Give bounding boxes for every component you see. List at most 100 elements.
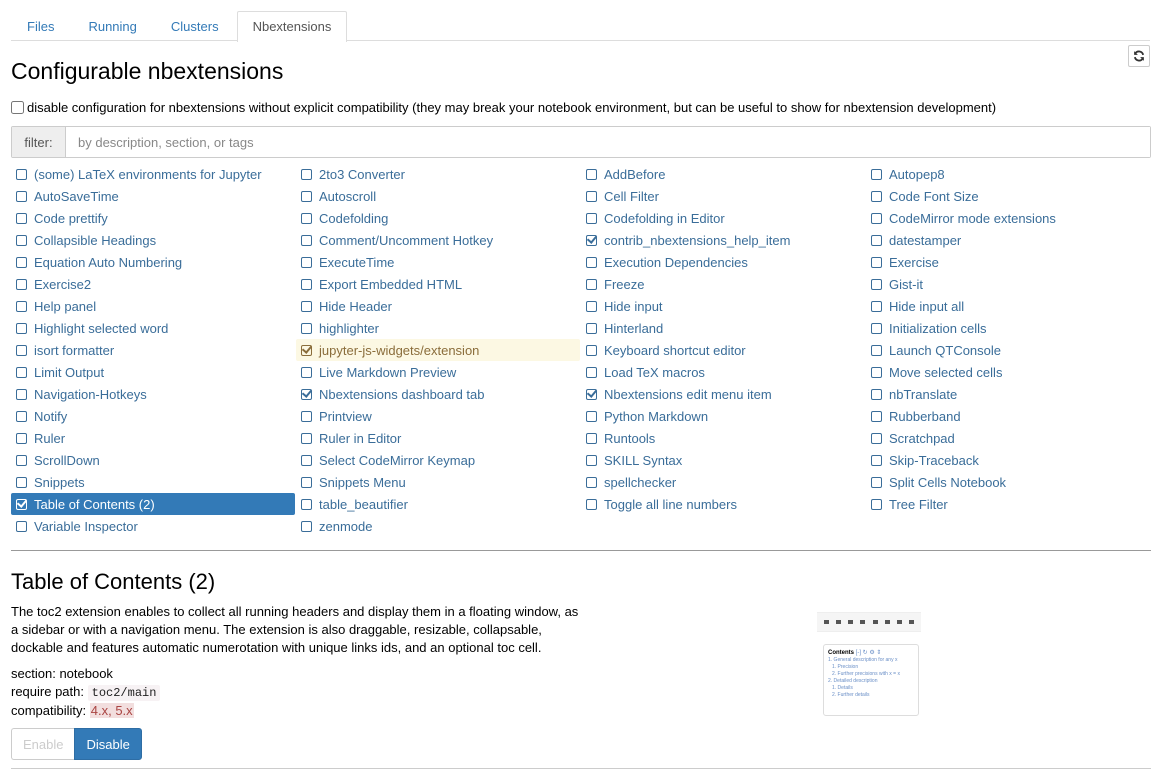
extension-item[interactable]: Ruler in Editor	[296, 427, 580, 449]
extension-item[interactable]: ExecuteTime	[296, 251, 580, 273]
checkbox-unchecked-icon[interactable]	[16, 366, 27, 378]
extension-item[interactable]: 2to3 Converter	[296, 163, 580, 185]
extension-item[interactable]: Code Font Size	[866, 185, 1150, 207]
checkbox-unchecked-icon[interactable]	[586, 410, 597, 422]
extension-item[interactable]: Equation Auto Numbering	[11, 251, 295, 273]
checkbox-unchecked-icon[interactable]	[871, 322, 882, 334]
tab-clusters[interactable]: Clusters	[155, 11, 235, 41]
extension-item[interactable]: Cell Filter	[581, 185, 865, 207]
checkbox-unchecked-icon[interactable]	[871, 212, 882, 224]
extension-item[interactable]: Live Markdown Preview	[296, 361, 580, 383]
checkbox-unchecked-icon[interactable]	[301, 476, 312, 488]
checkbox-unchecked-icon[interactable]	[16, 300, 27, 312]
checkbox-unchecked-icon[interactable]	[16, 190, 27, 202]
checkbox-checked-icon[interactable]	[586, 388, 597, 400]
checkbox-unchecked-icon[interactable]	[16, 168, 27, 180]
extension-item[interactable]: Tree Filter	[866, 493, 1150, 515]
checkbox-unchecked-icon[interactable]	[16, 432, 27, 444]
checkbox-unchecked-icon[interactable]	[586, 168, 597, 180]
extension-item[interactable]: Hinterland	[581, 317, 865, 339]
extension-item[interactable]: spellchecker	[581, 471, 865, 493]
extension-item[interactable]: Rubberband	[866, 405, 1150, 427]
extension-item[interactable]: Freeze	[581, 273, 865, 295]
checkbox-unchecked-icon[interactable]	[301, 322, 312, 334]
checkbox-unchecked-icon[interactable]	[301, 410, 312, 422]
extension-item[interactable]: nbTranslate	[866, 383, 1150, 405]
checkbox-unchecked-icon[interactable]	[871, 256, 882, 268]
checkbox-unchecked-icon[interactable]	[16, 344, 27, 356]
checkbox-unchecked-icon[interactable]	[586, 212, 597, 224]
extension-item[interactable]: ScrollDown	[11, 449, 295, 471]
extension-item[interactable]: CodeMirror mode extensions	[866, 207, 1150, 229]
checkbox-unchecked-icon[interactable]	[301, 366, 312, 378]
checkbox-unchecked-icon[interactable]	[16, 234, 27, 246]
checkbox-unchecked-icon[interactable]	[16, 256, 27, 268]
checkbox-unchecked-icon[interactable]	[586, 476, 597, 488]
extension-item[interactable]: SKILL Syntax	[581, 449, 865, 471]
checkbox-unchecked-icon[interactable]	[301, 212, 312, 224]
checkbox-checked-icon[interactable]	[301, 344, 312, 356]
checkbox-unchecked-icon[interactable]	[871, 476, 882, 488]
checkbox-unchecked-icon[interactable]	[301, 432, 312, 444]
extension-item[interactable]: Split Cells Notebook	[866, 471, 1150, 493]
extension-item[interactable]: AddBefore	[581, 163, 865, 185]
extension-item[interactable]: Limit Output	[11, 361, 295, 383]
extension-item[interactable]: Printview	[296, 405, 580, 427]
tab-running[interactable]: Running	[72, 11, 152, 41]
extension-item[interactable]: Hide input all	[866, 295, 1150, 317]
extension-item[interactable]: Toggle all line numbers	[581, 493, 865, 515]
extension-item[interactable]: Autoscroll	[296, 185, 580, 207]
extension-item[interactable]: Table of Contents (2)	[11, 493, 295, 515]
disable-config-checkbox[interactable]	[11, 101, 24, 114]
checkbox-unchecked-icon[interactable]	[871, 190, 882, 202]
checkbox-unchecked-icon[interactable]	[301, 454, 312, 466]
checkbox-unchecked-icon[interactable]	[16, 322, 27, 334]
enable-button[interactable]: Enable	[11, 728, 75, 760]
extension-item[interactable]: Exercise2	[11, 273, 295, 295]
extension-item[interactable]: Load TeX macros	[581, 361, 865, 383]
checkbox-unchecked-icon[interactable]	[16, 388, 27, 400]
extension-item[interactable]: isort formatter	[11, 339, 295, 361]
extension-item[interactable]: contrib_nbextensions_help_item	[581, 229, 865, 251]
checkbox-unchecked-icon[interactable]	[301, 256, 312, 268]
extension-item[interactable]: Export Embedded HTML	[296, 273, 580, 295]
checkbox-unchecked-icon[interactable]	[871, 454, 882, 466]
checkbox-unchecked-icon[interactable]	[586, 366, 597, 378]
checkbox-unchecked-icon[interactable]	[586, 498, 597, 510]
refresh-button[interactable]	[1128, 45, 1150, 67]
extension-item[interactable]: jupyter-js-widgets/extension	[296, 339, 580, 361]
checkbox-unchecked-icon[interactable]	[871, 278, 882, 290]
checkbox-unchecked-icon[interactable]	[871, 410, 882, 422]
extension-item[interactable]: Nbextensions dashboard tab	[296, 383, 580, 405]
extension-item[interactable]: Ruler	[11, 427, 295, 449]
extension-item[interactable]: Highlight selected word	[11, 317, 295, 339]
extension-item[interactable]: Exercise	[866, 251, 1150, 273]
checkbox-unchecked-icon[interactable]	[871, 168, 882, 180]
checkbox-unchecked-icon[interactable]	[586, 190, 597, 202]
checkbox-unchecked-icon[interactable]	[16, 278, 27, 290]
disable-config-option[interactable]: disable configuration for nbextensions w…	[11, 100, 996, 115]
checkbox-unchecked-icon[interactable]	[16, 520, 27, 532]
extension-item[interactable]: Snippets	[11, 471, 295, 493]
checkbox-unchecked-icon[interactable]	[871, 234, 882, 246]
checkbox-unchecked-icon[interactable]	[871, 300, 882, 312]
checkbox-unchecked-icon[interactable]	[586, 454, 597, 466]
extension-item[interactable]: Skip-Traceback	[866, 449, 1150, 471]
extension-item[interactable]: Hide Header	[296, 295, 580, 317]
filter-input[interactable]	[66, 127, 1150, 157]
extension-item[interactable]: Runtools	[581, 427, 865, 449]
extension-item[interactable]: highlighter	[296, 317, 580, 339]
checkbox-unchecked-icon[interactable]	[871, 388, 882, 400]
checkbox-checked-icon[interactable]	[586, 234, 597, 246]
tab-files[interactable]: Files	[11, 11, 70, 41]
extension-item[interactable]: Scratchpad	[866, 427, 1150, 449]
checkbox-unchecked-icon[interactable]	[16, 476, 27, 488]
checkbox-unchecked-icon[interactable]	[871, 498, 882, 510]
checkbox-unchecked-icon[interactable]	[586, 256, 597, 268]
extension-item[interactable]: zenmode	[296, 515, 580, 537]
checkbox-unchecked-icon[interactable]	[586, 322, 597, 334]
checkbox-unchecked-icon[interactable]	[871, 366, 882, 378]
checkbox-unchecked-icon[interactable]	[301, 498, 312, 510]
extension-item[interactable]: Gist-it	[866, 273, 1150, 295]
extension-item[interactable]: Help panel	[11, 295, 295, 317]
